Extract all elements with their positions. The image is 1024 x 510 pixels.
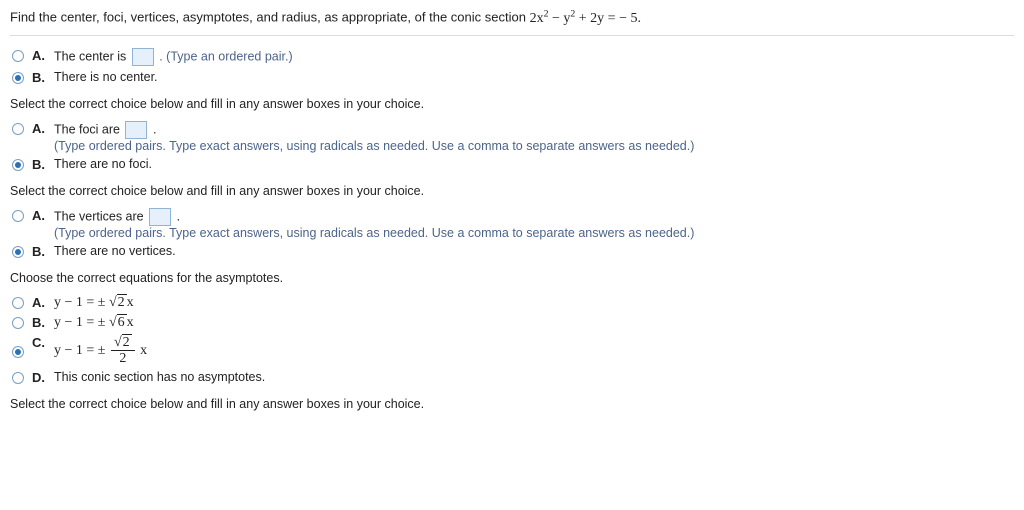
instruction-foci: Select the correct choice below and fill…: [10, 97, 1014, 111]
question-text: Find the center, foci, vertices, asympto…: [10, 10, 530, 25]
radio-unselected-icon[interactable]: [12, 372, 24, 384]
asym-b-post: x: [127, 315, 134, 330]
center-a-text: The center is: [54, 49, 130, 63]
option-label: A.: [32, 48, 48, 63]
asym-a-pre: y − 1 = ±: [54, 295, 109, 310]
instruction-radius: Select the correct choice below and fill…: [10, 397, 1014, 411]
sqrt-icon: √: [109, 295, 117, 310]
vertices-hint: (Type ordered pairs. Type exact answers,…: [54, 226, 694, 240]
asym-a-root: 2: [117, 294, 127, 310]
fraction: √22: [111, 335, 135, 367]
option-label: C.: [32, 335, 48, 350]
asym-option-a[interactable]: A. y − 1 = ± √2x: [12, 295, 1014, 311]
vertices-a-tail: .: [177, 209, 180, 223]
radio-selected-icon[interactable]: [12, 72, 24, 84]
center-b-text: There is no center.: [54, 70, 1014, 84]
asym-c-pre: y − 1 = ±: [54, 343, 109, 358]
vertices-option-a[interactable]: A. The vertices are . (Type ordered pair…: [12, 208, 1014, 240]
center-option-b[interactable]: B. There is no center.: [12, 70, 1014, 85]
radio-unselected-icon[interactable]: [12, 123, 24, 135]
foci-a-tail: .: [153, 122, 156, 136]
option-label: B.: [32, 157, 48, 172]
center-option-a[interactable]: A. The center is . (Type an ordered pair…: [12, 48, 1014, 66]
foci-input[interactable]: [125, 121, 147, 139]
instruction-vertices: Select the correct choice below and fill…: [10, 184, 1014, 198]
foci-option-a[interactable]: A. The foci are . (Type ordered pairs. T…: [12, 121, 1014, 153]
option-label: B.: [32, 315, 48, 330]
option-label: D.: [32, 370, 48, 385]
option-label: B.: [32, 70, 48, 85]
vertices-option-b[interactable]: B. There are no vertices.: [12, 244, 1014, 259]
radio-unselected-icon[interactable]: [12, 50, 24, 62]
question-header: Find the center, foci, vertices, asympto…: [10, 8, 1014, 36]
asymptote-header: Choose the correct equations for the asy…: [10, 271, 1014, 285]
center-hint: . (Type an ordered pair.): [159, 49, 292, 63]
asym-a-post: x: [127, 295, 134, 310]
option-label: A.: [32, 121, 48, 136]
vertices-a-text: The vertices are: [54, 209, 147, 223]
equation: 2x2 − y2 + 2y = − 5.: [530, 11, 641, 26]
option-label: A.: [32, 208, 48, 223]
asym-c-post: x: [137, 343, 148, 358]
sqrt-icon: √: [114, 335, 122, 350]
asym-option-c[interactable]: C. y − 1 = ± √22 x: [12, 335, 1014, 367]
foci-a-text: The foci are: [54, 122, 123, 136]
center-input[interactable]: [132, 48, 154, 66]
radio-unselected-icon[interactable]: [12, 317, 24, 329]
foci-b-text: There are no foci.: [54, 157, 1014, 171]
option-label: B.: [32, 244, 48, 259]
asym-d-text: This conic section has no asymptotes.: [54, 370, 1014, 384]
vertices-input[interactable]: [149, 208, 171, 226]
radio-selected-icon[interactable]: [12, 346, 24, 358]
asym-option-b[interactable]: B. y − 1 = ± √6x: [12, 315, 1014, 331]
radio-selected-icon[interactable]: [12, 246, 24, 258]
radio-selected-icon[interactable]: [12, 159, 24, 171]
foci-hint: (Type ordered pairs. Type exact answers,…: [54, 139, 694, 153]
asym-option-d[interactable]: D. This conic section has no asymptotes.: [12, 370, 1014, 385]
radio-unselected-icon[interactable]: [12, 297, 24, 309]
option-label: A.: [32, 295, 48, 310]
asym-b-pre: y − 1 = ±: [54, 315, 109, 330]
asym-b-root: 6: [117, 314, 127, 330]
foci-option-b[interactable]: B. There are no foci.: [12, 157, 1014, 172]
sqrt-icon: √: [109, 315, 117, 330]
radio-unselected-icon[interactable]: [12, 210, 24, 222]
vertices-b-text: There are no vertices.: [54, 244, 1014, 258]
